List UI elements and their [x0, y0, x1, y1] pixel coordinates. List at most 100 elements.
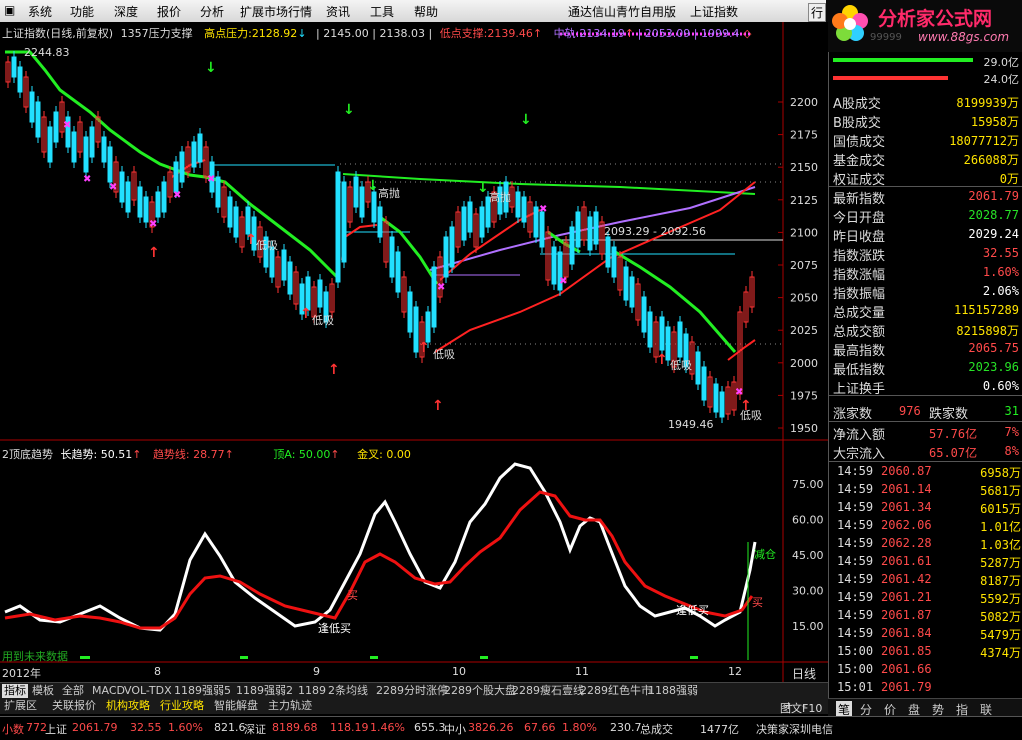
tick-volume: 5592万 — [980, 592, 1021, 606]
indicator-tab-2[interactable]: 全部 — [60, 684, 86, 698]
red-short-ma-2 — [341, 224, 378, 261]
quote-row-label: 最新指数 — [833, 192, 886, 207]
menu-system[interactable]: 系统 — [28, 3, 52, 20]
indicator-tab-8[interactable]: 2条均线 — [326, 684, 370, 698]
period-label[interactable]: 日线 — [792, 665, 816, 682]
low-buy-label: 低吸 — [740, 409, 762, 422]
logo-brand: 分析家公式网 — [878, 8, 993, 30]
buy-arrow-icon: ↑ — [300, 306, 312, 322]
status-sz-value: 8189.68 — [272, 721, 318, 734]
sub-axis-label: 45.00 — [792, 549, 824, 562]
menu-tools[interactable]: 工具 — [370, 3, 394, 20]
indicator-tab-9[interactable]: 2289分时涨停 — [374, 684, 450, 698]
tick-row: 14:59 2060.87 6958万 — [829, 462, 1022, 480]
tab-extension[interactable]: 扩展区 — [2, 699, 39, 713]
tab-industry[interactable]: 行业攻略 — [158, 699, 206, 713]
menu-news[interactable]: 资讯 — [326, 3, 350, 20]
candle-body — [533, 206, 539, 238]
x-mark-icon: ✖ — [539, 204, 547, 215]
buy-low-label: 逢低买 — [676, 604, 709, 617]
sub-chart-header: 2顶底趋势 长趋势: 50.51↑ 趋势线: 28.77↑ 顶A: 50.00↑… — [2, 446, 411, 462]
kline-chart[interactable]: 2200 2175 2150 2125 2100 2075 2050 2025 2000 1975… — [0, 22, 828, 682]
net-inflow-pct: 7% — [1004, 425, 1019, 439]
quote-row: 指数涨幅 1.60% — [829, 263, 1022, 283]
buy-arrow-icon: ↑ — [432, 398, 444, 414]
price-axis-label: 2050 — [790, 292, 818, 305]
menu-extended-market[interactable]: 扩展市场行情 — [240, 3, 312, 20]
tick-row: 15:00 2061.85 4374万 — [829, 642, 1022, 660]
value-2138: 2138.03 — [379, 27, 425, 40]
candle-body — [569, 226, 575, 265]
x-mark-icon: ✖ — [207, 174, 215, 185]
tab-related-quote[interactable]: 关联报价 — [50, 699, 98, 713]
status-sme-label[interactable]: 中小 — [444, 721, 466, 737]
flow-bar-green — [833, 58, 973, 62]
indicator-tab-0[interactable]: 指标 — [2, 684, 28, 698]
tab-smart-analysis[interactable]: 智能解盘 — [212, 699, 260, 713]
indicator-tab-1[interactable]: 模板 — [30, 684, 56, 698]
buy-arrow-icon: ↑ — [418, 340, 430, 356]
quote-row: 最高指数 2065.75 — [829, 339, 1022, 359]
chart-area[interactable]: 2200 2175 2150 2125 2100 2075 2050 2025 2000 1975… — [0, 22, 828, 682]
up-arrow-icon: ↑ — [532, 27, 543, 40]
candle-body — [317, 279, 323, 308]
menu-help[interactable]: 帮助 — [414, 3, 438, 20]
status-server[interactable]: 决策家深圳电信 — [756, 721, 833, 737]
quote-row: 上证换手 0.60% — [829, 377, 1022, 397]
candle-body — [89, 126, 95, 158]
tick-time: 14:59 — [837, 626, 874, 640]
quote-row-label: 国债成交 — [833, 135, 886, 150]
low-buy-label: 低吸 — [670, 359, 692, 372]
quote-row-label: A股成交 — [833, 97, 881, 112]
sub-axis: 75.00 60.00 45.00 30.00 15.00 — [792, 478, 824, 633]
indicator-tab-11[interactable]: 2289瘦石壹线 — [510, 684, 586, 698]
indicator-tab-5[interactable]: 1189强弱5 — [172, 684, 233, 698]
indicator-tab-12[interactable]: 2289红色牛市 — [578, 684, 654, 698]
indicator-tab-10[interactable]: 2289个股大盘 — [442, 684, 518, 698]
indicator-tab-6[interactable]: 1189强弱2 — [234, 684, 295, 698]
quote-row-value: 1.60% — [982, 265, 1019, 279]
f10-button[interactable]: 图文F10 — [780, 700, 822, 716]
window-title: 通达信山青竹自用版 — [568, 5, 677, 19]
tick-price: 2061.66 — [881, 662, 932, 676]
tick-price: 2061.85 — [881, 644, 932, 658]
indicator-tab-4[interactable]: VOL-TDX — [122, 684, 174, 698]
menu-function[interactable]: 功能 — [70, 3, 94, 20]
future-data-warning: 用到未来数据 — [2, 650, 68, 663]
indicator-tab-13[interactable]: 1188强弱 — [646, 684, 700, 698]
app-icon[interactable]: ▣ — [4, 3, 15, 17]
tab-main-force[interactable]: 主力轨迹 — [266, 699, 314, 713]
mid-track-value: 2134.19 — [579, 27, 625, 40]
sub-indicator-name: 2顶底趋势 — [2, 448, 53, 461]
indicator-tabs: 指标 模板 全部 MACD VOL-TDX 1189强弱5 1189强弱2 1189 2条均线 2… — [0, 682, 828, 699]
candle-body — [173, 161, 179, 193]
fall-value: 31 — [1004, 404, 1019, 418]
status-total-value: 1477亿 — [700, 723, 739, 736]
row-button[interactable]: 行 — [808, 3, 827, 22]
menu-depth[interactable]: 深度 — [114, 3, 138, 20]
top-a-label: 顶A: — [273, 448, 296, 461]
candle-body — [647, 311, 653, 348]
status-sme-change: 67.66 — [524, 721, 556, 734]
status-sz-label[interactable]: 深证 — [244, 721, 266, 737]
indicator-tab-7[interactable]: 1189 — [296, 684, 328, 698]
net-inflow-label: 净流入额 — [833, 428, 886, 443]
buy-arrow-icon: ↑ — [148, 245, 160, 261]
candle-body — [641, 296, 647, 333]
side-tabs: 笔 分 价 盘 势 指 联 — [828, 698, 1022, 718]
quote-row: 总成交额 8215898万 — [829, 320, 1022, 340]
status-sh-label[interactable]: 上证 — [45, 721, 67, 737]
candle-body — [245, 206, 251, 235]
tab-institution[interactable]: 机构攻略 — [104, 699, 152, 713]
menu-quote[interactable]: 报价 — [157, 3, 181, 20]
menu-analysis[interactable]: 分析 — [200, 3, 224, 20]
candle-body — [47, 126, 53, 163]
sub-axis-label: 75.00 — [792, 478, 824, 491]
main-chart-header: 上证指数(日线,前复权) 1357压力支撑 高点压力:2128.92↓ | 21… — [2, 27, 752, 40]
quote-row: 国债成交 18077712万 — [829, 130, 1022, 150]
value-1999: 1999.4 — [701, 27, 740, 40]
tick-row: 15:01 2061.79 — [829, 678, 1022, 696]
sell-arrow-icon: ↓ — [205, 60, 217, 76]
buy-arrow-icon: ↑ — [328, 362, 340, 378]
x-mark-icon: ✖ — [83, 174, 91, 185]
